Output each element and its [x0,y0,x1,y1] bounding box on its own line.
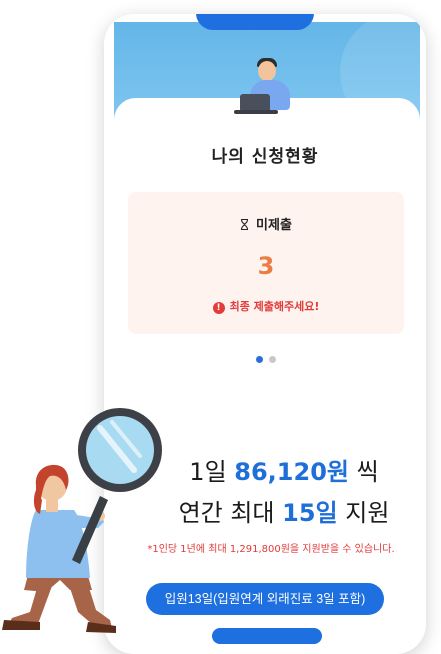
carousel-indicator [256,348,282,367]
woman-figure [2,464,116,633]
exclamation-icon: ! [212,302,225,314]
footnote: *1인당 1년에 최대 1,291,800원을 지원받을 수 있습니다. [147,544,395,555]
max-days: 15일 [282,499,338,527]
hospitalization-days-button[interactable]: 입원13일(입원연계 외래진료 3일 포함) [146,583,384,615]
warning-text: 최종 제출해주세요! [229,300,320,313]
worker-head [258,61,276,81]
status-label: 미제출 [256,218,292,233]
status-card[interactable]: 미제출 3 ! 최종 제출해주세요! [128,192,404,334]
laptop-base [234,110,278,114]
line2-prefix: 연간 최대 [178,499,283,527]
page-title: 나의 신청현황 [211,147,319,167]
promo-headline-line2: 연간 최대 15일 지원 [150,493,418,528]
line1-prefix: 1일 [189,458,235,486]
carousel-dot-2[interactable] [269,356,276,363]
hourglass-icon [240,219,249,230]
top-pill-button[interactable] [196,14,314,30]
line1-suffix: 씩 [348,458,379,486]
bottom-pill-button[interactable] [212,628,322,644]
carousel-dot-1[interactable] [256,356,263,363]
daily-amount: 86,120원 [234,458,349,486]
status-count: 3 [257,252,275,280]
status-row: 미제출 [128,214,404,233]
line2-suffix: 지원 [337,499,390,527]
promo-headline-line1: 1일 86,120원 씩 [150,452,418,487]
warning-row: ! 최종 제출해주세요! [128,298,404,314]
